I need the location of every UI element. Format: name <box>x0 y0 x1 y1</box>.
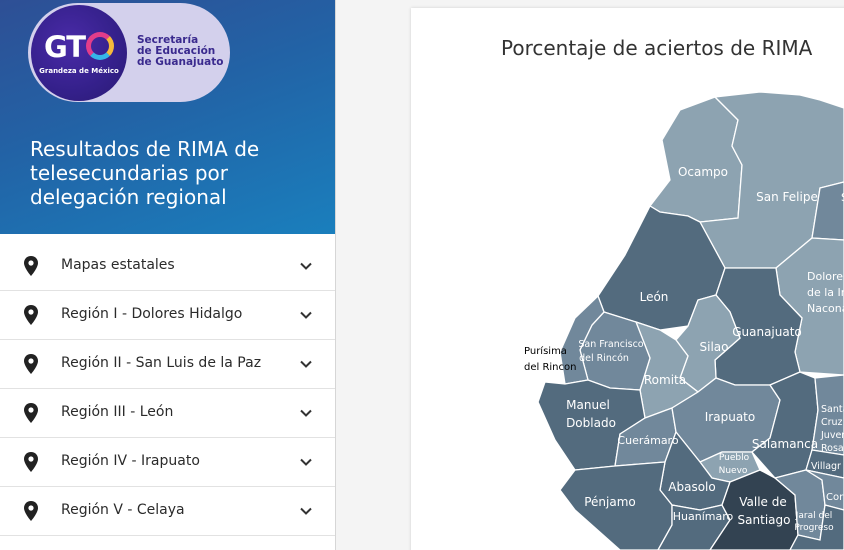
label-salamanca: Salamanca <box>752 437 818 451</box>
sidebar: GT Grandeza de México Secretaría de Educ… <box>0 0 336 550</box>
map-pin-icon <box>24 305 38 325</box>
label-valle-2: Santiago <box>738 513 791 527</box>
menu-item-label: Región III - León <box>61 404 174 420</box>
label-pueblo-nuevo-1: Pueblo <box>719 453 750 463</box>
menu-item-label: Región V - Celaya <box>61 502 185 518</box>
label-purisima-2: del Rincon <box>524 362 576 373</box>
label-san-francisco-2: del Rincón <box>579 353 629 364</box>
menu-item-region-1[interactable]: Región I - Dolores Hidalgo <box>0 291 335 340</box>
label-ocampo: Ocampo <box>678 165 728 179</box>
map-pin-icon <box>24 403 38 423</box>
logo-tagline: Grandeza de México <box>39 67 119 75</box>
label-romita: Romita <box>644 373 686 387</box>
chevron-down-icon[interactable] <box>298 454 314 470</box>
label-manuel-doblado-1: Manuel <box>566 398 610 412</box>
chevron-down-icon[interactable] <box>298 356 314 372</box>
label-purisima-1: Purísima <box>524 345 567 357</box>
label-silao: Silao <box>700 340 729 354</box>
menu-item-label: Región I - Dolores Hidalgo <box>61 306 243 322</box>
label-leon: León <box>640 290 669 304</box>
label-santa-cruz-3: Juven <box>820 430 844 441</box>
map-card: Porcentaje de aciertos de RIMA Ocampo Sa… <box>411 8 844 550</box>
map-pin-icon <box>24 452 38 472</box>
label-manuel-doblado-2: Doblado <box>566 416 616 430</box>
menu-item-region-5[interactable]: Región V - Celaya <box>0 487 335 536</box>
map-pin-icon <box>24 256 38 276</box>
logo-organization: Secretaría de Educación de Guanajuato <box>137 34 224 68</box>
label-cortazar: Cort <box>826 492 844 503</box>
label-santa-cruz-2: Cruz <box>821 417 843 428</box>
menu-item-label: Región II - San Luis de la Paz <box>61 355 262 371</box>
menu-item-label: Región IV - Irapuato <box>61 453 200 469</box>
label-santa-cruz-4: Rosas <box>821 443 844 454</box>
label-huanimaro: Huanímaro <box>673 510 734 523</box>
label-dolores-1: Dolores <box>807 270 844 283</box>
map-pin-icon <box>24 354 38 374</box>
label-san-felipe: San Felipe <box>756 190 818 204</box>
label-jaral-2: Progreso <box>794 523 834 533</box>
sidebar-header: GT Grandeza de México Secretaría de Educ… <box>0 0 335 234</box>
label-jaral-1: Jaral del <box>795 511 833 521</box>
label-pueblo-nuevo-2: Nuevo <box>719 466 748 476</box>
label-irapuato: Irapuato <box>705 410 755 424</box>
label-cueramaro: Cuerámaro <box>617 434 678 447</box>
label-abasolo: Abasolo <box>668 480 715 494</box>
menu-item-label: Mapas estatales <box>61 257 175 273</box>
chevron-down-icon[interactable] <box>298 405 314 421</box>
menu-item-region-3[interactable]: Región III - León <box>0 389 335 438</box>
menu-item-region-4[interactable]: Región IV - Irapuato <box>0 438 335 487</box>
label-guanajuato: Guanajuato <box>732 325 802 339</box>
chevron-down-icon[interactable] <box>298 503 314 519</box>
region-menu: Mapas estatales Región I - Dolores Hidal… <box>0 242 335 536</box>
menu-item-region-2[interactable]: Región II - San Luis de la Paz <box>0 340 335 389</box>
label-dolores-2: de la In <box>807 286 844 299</box>
menu-item-mapas-estatales[interactable]: Mapas estatales <box>0 242 335 291</box>
label-san-francisco-1: San Francisco <box>578 339 643 350</box>
label-penjamo: Pénjamo <box>584 495 636 509</box>
label-villagran: Villagr <box>811 461 841 472</box>
chevron-down-icon[interactable] <box>298 307 314 323</box>
chevron-down-icon[interactable] <box>298 258 314 274</box>
municipality-ocampo[interactable] <box>649 96 743 223</box>
label-santa-cruz-1: Santa <box>821 404 844 415</box>
logo-wordmark: GT <box>40 30 118 64</box>
label-valle-1: Valle de <box>739 495 787 509</box>
map-pin-icon <box>24 501 38 521</box>
label-dolores-3: Nacona <box>807 302 844 315</box>
state-choropleth-map: Ocampo San Felipe S Dolores de la In Nac… <box>524 91 844 550</box>
page-title: Resultados de RIMA de telesecundarias po… <box>30 137 260 209</box>
